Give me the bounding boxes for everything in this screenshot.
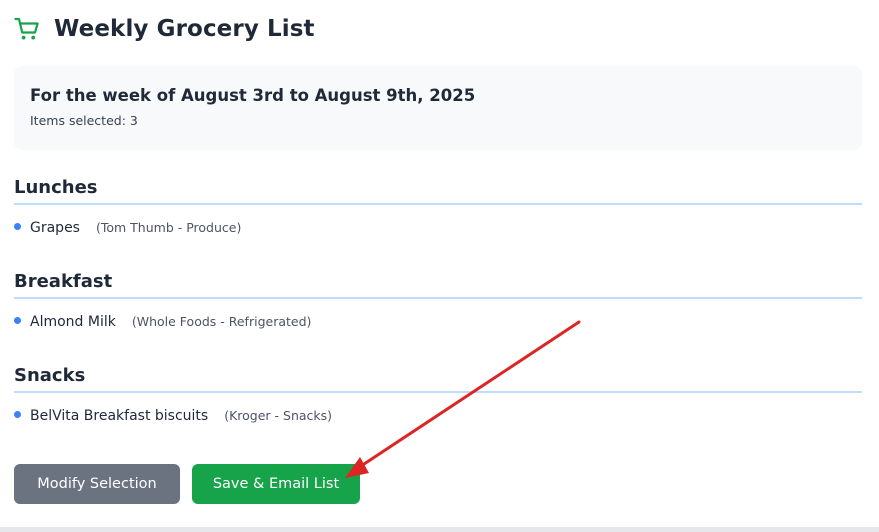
week-summary-card: For the week of August 3rd to August 9th…: [14, 66, 862, 150]
page-header: Weekly Grocery List: [14, 12, 315, 46]
section-title-breakfast: Breakfast: [14, 271, 862, 299]
section-breakfast: Breakfast Almond Milk (Whole Foods - Ref…: [14, 271, 862, 330]
bottom-divider: [0, 527, 879, 532]
item-store-aisle: (Kroger - Snacks): [224, 408, 333, 423]
grocery-list-page: Weekly Grocery List For the week of Augu…: [0, 0, 879, 532]
list-item: Almond Milk (Whole Foods - Refrigerated): [14, 314, 862, 330]
bullet-icon: [14, 411, 21, 418]
item-name: BelVita Breakfast biscuits: [30, 408, 209, 424]
section-snacks: Snacks BelVita Breakfast biscuits (Kroge…: [14, 365, 862, 424]
shopping-cart-icon: [14, 17, 39, 40]
modify-selection-button[interactable]: Modify Selection: [14, 464, 180, 504]
list-item: Grapes (Tom Thumb - Produce): [14, 220, 862, 236]
item-store-aisle: (Tom Thumb - Produce): [95, 220, 242, 235]
section-title-lunches: Lunches: [14, 177, 862, 205]
list-item: BelVita Breakfast biscuits (Kroger - Sna…: [14, 408, 862, 424]
section-title-snacks: Snacks: [14, 365, 862, 393]
item-name: Almond Milk: [30, 314, 116, 330]
page-title: Weekly Grocery List: [54, 16, 315, 42]
item-name: Grapes: [30, 220, 80, 236]
section-lunches: Lunches Grapes (Tom Thumb - Produce): [14, 177, 862, 236]
bullet-icon: [14, 317, 21, 324]
week-range-text: For the week of August 3rd to August 9th…: [30, 86, 476, 105]
items-selected-count: Items selected: 3: [30, 113, 138, 128]
item-store-aisle: (Whole Foods - Refrigerated): [131, 314, 312, 329]
save-email-list-button[interactable]: Save & Email List: [192, 464, 360, 504]
bullet-icon: [14, 223, 21, 230]
